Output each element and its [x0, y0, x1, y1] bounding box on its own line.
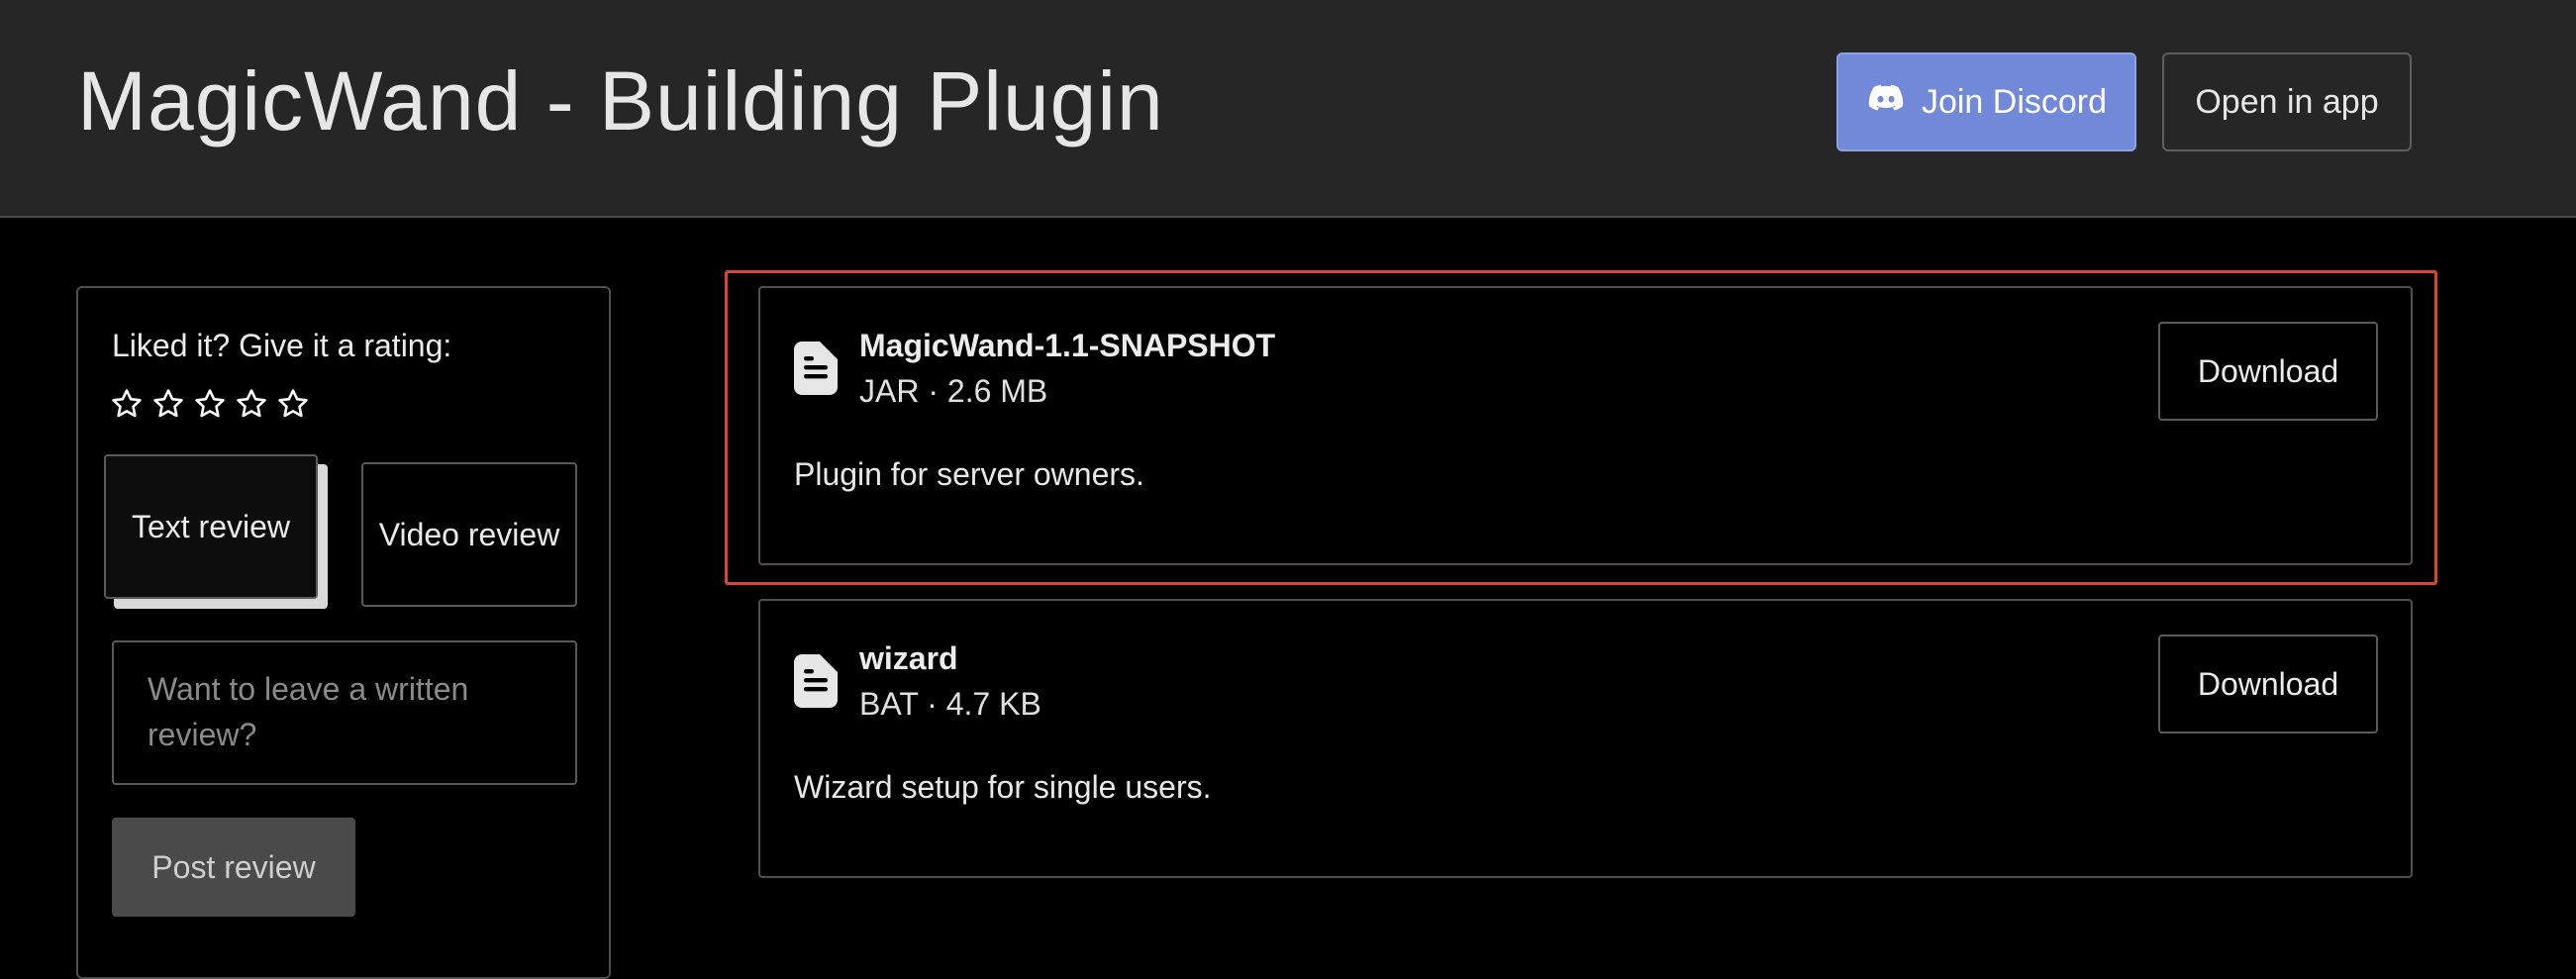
file-card: wizard BAT · 4.7 KB Wizard setup for sin… — [758, 599, 2413, 878]
file-name: MagicWand-1.1-SNAPSHOT — [859, 328, 1276, 363]
file-card: MagicWand-1.1-SNAPSHOT JAR · 2.6 MB Plug… — [758, 286, 2413, 565]
download-button[interactable]: Download — [2158, 322, 2378, 421]
post-review-button[interactable]: Post review — [112, 818, 355, 917]
tab-text-review[interactable]: Text review — [104, 454, 318, 599]
join-discord-label: Join Discord — [1921, 82, 2108, 121]
file-description: Plugin for server owners. — [794, 456, 1144, 492]
download-button[interactable]: Download — [2158, 635, 2378, 734]
star-rating — [110, 387, 310, 421]
open-in-app-button[interactable]: Open in app — [2162, 52, 2412, 151]
rating-prompt: Liked it? Give it a rating: — [112, 328, 452, 363]
star-icon-4[interactable] — [235, 387, 268, 421]
page-title: MagicWand - Building Plugin — [77, 54, 1164, 147]
join-discord-button[interactable]: Join Discord — [1836, 52, 2136, 151]
page-header: MagicWand - Building Plugin Join Discord… — [0, 0, 2576, 218]
file-description: Wizard setup for single users. — [794, 769, 1212, 805]
rating-panel: Liked it? Give it a rating: Text review … — [76, 286, 611, 979]
document-icon — [794, 654, 838, 708]
tab-video-review[interactable]: Video review — [361, 462, 577, 607]
document-icon — [794, 342, 838, 395]
file-meta: JAR · 2.6 MB — [859, 373, 1048, 409]
file-meta: BAT · 4.7 KB — [859, 686, 1041, 722]
file-name: wizard — [859, 640, 958, 676]
written-review-input[interactable] — [112, 640, 577, 785]
star-icon-2[interactable] — [151, 387, 185, 421]
star-icon-5[interactable] — [276, 387, 310, 421]
discord-icon — [1866, 78, 1906, 127]
star-icon-3[interactable] — [193, 387, 227, 421]
star-icon-1[interactable] — [110, 387, 144, 421]
